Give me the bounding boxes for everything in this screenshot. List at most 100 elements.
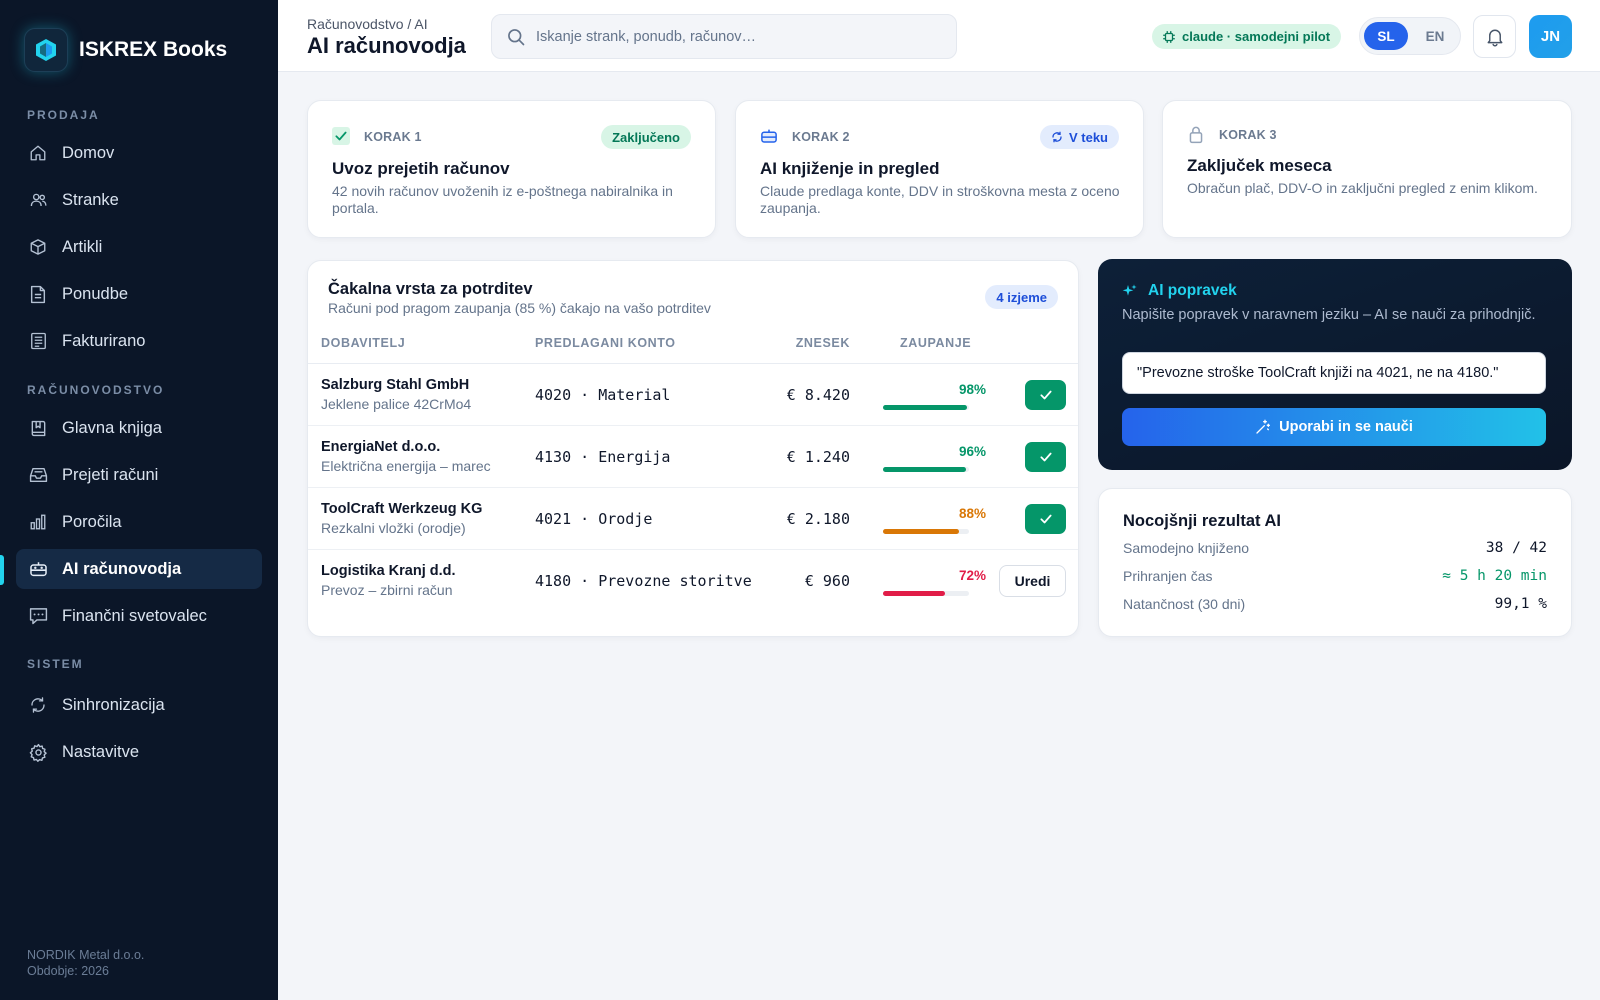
column-header-amount: ZNESEK: [795, 336, 850, 350]
sidebar-item-label: AI računovodja: [62, 559, 182, 578]
ai-correction-title: AI popravek: [1148, 282, 1237, 299]
sidebar-item-label: Sinhronizacija: [62, 695, 165, 714]
confidence-fill: [883, 467, 966, 472]
result-label: Natančnost (30 dni): [1123, 596, 1246, 612]
sidebar-item-settings[interactable]: Nastavitve: [16, 732, 262, 772]
sidebar-item-ai-accountant[interactable]: AI računovodja: [16, 549, 262, 589]
sidebar-item-reports[interactable]: Poročila: [16, 502, 262, 542]
confidence-value: 96%: [958, 444, 986, 459]
table-row[interactable]: EnergiaNet d.o.o. Električna energija – …: [308, 426, 1078, 488]
table-row[interactable]: Salzburg Stahl GmbH Jeklene palice 42CrM…: [308, 364, 1078, 426]
sidebar-item-label: Poročila: [62, 512, 122, 531]
sidebar-item-label: Artikli: [62, 237, 103, 256]
sync-icon: [28, 695, 48, 715]
apply-and-learn-button[interactable]: Uporabi in se nauči: [1122, 408, 1546, 446]
lang-sl-button[interactable]: SL: [1364, 22, 1408, 50]
suggested-account: 4021 · Orodje: [535, 510, 653, 528]
supplier-name: ToolCraft Werkzeug KG: [321, 501, 483, 517]
confidence-bar: [883, 405, 969, 410]
nav-section-accounting: RAČUNOVODSTVO: [27, 383, 165, 397]
result-value: 99,1 %: [1494, 596, 1547, 612]
step-description: Claude predlaga konte, DDV in stroškovna…: [760, 183, 1120, 216]
users-icon: [28, 190, 48, 210]
autopilot-badge[interactable]: claude · samodejni pilot: [1152, 24, 1342, 49]
language-toggle: SL EN: [1359, 17, 1461, 55]
hexagon-logo-icon: [24, 28, 68, 72]
confirm-button[interactable]: [1025, 504, 1066, 534]
step-card-ai-booking: KORAK 2 V teku AI knjiženje in pregled C…: [735, 100, 1144, 238]
sidebar-item-articles[interactable]: Artikli: [16, 227, 262, 267]
chip-icon: [1162, 30, 1176, 44]
result-row: Natančnost (30 dni) 99,1 %: [1123, 596, 1547, 616]
column-header-confidence: ZAUPANJE: [900, 336, 972, 350]
brand[interactable]: ISKREX Books: [24, 28, 227, 72]
status-badge: V teku: [1039, 125, 1119, 149]
edit-button[interactable]: Uredi: [999, 565, 1066, 597]
sidebar-item-general-ledger[interactable]: Glavna knjiga: [16, 408, 262, 448]
check-icon: [1039, 450, 1053, 464]
confidence-value: 88%: [958, 506, 986, 521]
user-avatar[interactable]: JN: [1529, 15, 1572, 58]
invoice-description: Jeklene palice 42CrMo4: [321, 396, 472, 412]
sidebar-item-invoiced[interactable]: Fakturirano: [16, 321, 262, 361]
sidebar-item-customers[interactable]: Stranke: [16, 180, 262, 220]
sidebar-footer: NORDIK Metal d.o.o. Obdobje: 2026: [27, 947, 144, 979]
step-card-import: KORAK 1 Zaključeno Uvoz prejetih računov…: [307, 100, 716, 238]
confidence-bar: [883, 591, 969, 596]
nav-section-system: SISTEM: [27, 657, 84, 671]
lock-icon: [1187, 125, 1205, 143]
search-box[interactable]: [491, 14, 957, 59]
approval-queue: Čakalna vrsta za potrditev Računi pod pr…: [307, 260, 1079, 637]
lang-en-button[interactable]: EN: [1413, 22, 1457, 50]
correction-input[interactable]: "Prevozne stroške ToolCraft knjiži na 40…: [1122, 352, 1546, 394]
robot-icon: [28, 559, 48, 579]
book-icon: [28, 418, 48, 438]
bell-icon: [1486, 27, 1504, 47]
search-icon: [506, 27, 526, 47]
sidebar-item-home[interactable]: Domov: [16, 133, 262, 173]
confirm-button[interactable]: [1025, 442, 1066, 472]
invoice-amount: € 1.240: [786, 448, 850, 466]
sidebar-item-received-invoices[interactable]: Prejeti računi: [16, 455, 262, 495]
step-title: Zaključek meseca: [1187, 156, 1332, 175]
confidence-value: 72%: [958, 568, 986, 583]
result-value: ≈ 5 h 20 min: [1442, 568, 1547, 584]
step-number: KORAK 2: [792, 130, 850, 144]
autopilot-label: claude · samodejni pilot: [1182, 29, 1331, 44]
sidebar-item-sync[interactable]: Sinhronizacija: [16, 685, 262, 725]
confidence-fill: [883, 405, 968, 410]
supplier-name: Salzburg Stahl GmbH: [321, 377, 470, 393]
table-row[interactable]: ToolCraft Werkzeug KG Rezkalni vložki (o…: [308, 488, 1078, 550]
table-row[interactable]: Logistika Kranj d.d. Prevoz – zbirni rač…: [308, 550, 1078, 612]
suggested-account: 4180 · Prevozne storitve: [535, 572, 752, 590]
status-badge: Zaključeno: [601, 125, 691, 149]
ai-results-panel: Nocojšnji rezultat AI Samodejno knjiženo…: [1098, 488, 1572, 637]
check-icon: [1039, 512, 1053, 526]
result-row: Prihranjen čas ≈ 5 h 20 min: [1123, 568, 1547, 588]
sidebar-item-financial-advisor[interactable]: Finančni svetovalec: [16, 596, 262, 636]
invoice-amount: € 8.420: [786, 386, 850, 404]
supplier-name: EnergiaNet d.o.o.: [321, 439, 441, 455]
search-input[interactable]: [536, 28, 936, 45]
column-header-account: PREDLAGANI KONTO: [535, 336, 676, 350]
notifications-button[interactable]: [1473, 15, 1516, 58]
gear-icon: [28, 742, 48, 762]
sidebar-item-label: Fakturirano: [62, 331, 146, 350]
exceptions-badge: 4 izjeme: [985, 285, 1058, 309]
invoice-description: Prevoz – zbirni račun: [321, 582, 453, 598]
confirm-button[interactable]: [1025, 380, 1066, 410]
sidebar-item-quotes[interactable]: Ponudbe: [16, 274, 262, 314]
breadcrumb[interactable]: Računovodstvo / AI: [307, 16, 428, 32]
supplier-name: Logistika Kranj d.d.: [321, 563, 456, 579]
result-row: Samodejno knjiženo 38 / 42: [1123, 540, 1547, 560]
confidence-bar: [883, 529, 969, 534]
invoice-description: Rezkalni vložki (orodje): [321, 520, 466, 536]
sparkle-icon: [1122, 283, 1138, 299]
confidence-value: 98%: [958, 382, 986, 397]
inbox-icon: [28, 465, 48, 485]
result-label: Prihranjen čas: [1123, 568, 1213, 584]
column-header-supplier: DOBAVITELJ: [321, 336, 406, 350]
box-icon: [28, 237, 48, 257]
results-title: Nocojšnji rezultat AI: [1123, 512, 1281, 530]
invoice-amount: € 960: [804, 572, 850, 590]
